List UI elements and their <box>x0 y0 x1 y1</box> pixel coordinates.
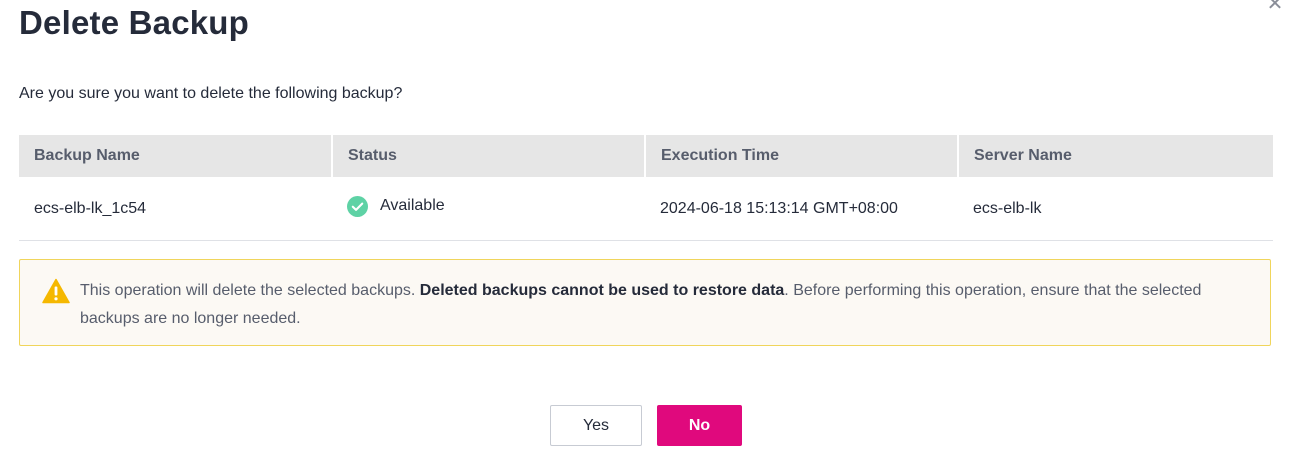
yes-button[interactable]: Yes <box>550 405 642 446</box>
backup-name-cell: ecs-elb-lk_1c54 <box>19 177 332 241</box>
table-header-row: Backup Name Status Execution Time Server… <box>19 135 1273 177</box>
execution-time-cell: 2024-06-18 15:13:14 GMT+08:00 <box>645 177 958 241</box>
close-icon[interactable]: ✕ <box>1263 0 1287 16</box>
dialog-title: Delete Backup <box>19 4 250 41</box>
warning-text: This operation will delete the selected … <box>80 277 1250 333</box>
column-header-backup-name: Backup Name <box>19 135 332 177</box>
backup-table: Backup Name Status Execution Time Server… <box>19 135 1273 241</box>
column-header-status: Status <box>331 135 645 177</box>
warning-icon <box>42 278 70 304</box>
column-header-server-name: Server Name <box>957 135 1273 177</box>
check-circle-icon <box>347 195 368 217</box>
status-text: Available <box>380 197 445 214</box>
table-row: ecs-elb-lk_1c54 Available 2024-06-18 15:… <box>19 177 1273 241</box>
confirm-question: Are you sure you want to delete the foll… <box>19 85 403 102</box>
no-button[interactable]: No <box>657 405 742 446</box>
warning-alert: This operation will delete the selected … <box>19 259 1271 346</box>
warning-text-bold: Deleted backups cannot be used to restor… <box>419 282 785 299</box>
warning-text-start: This operation will delete the selected … <box>80 282 420 299</box>
status-cell: Available <box>332 177 645 241</box>
column-header-execution-time: Execution Time <box>644 135 958 177</box>
server-name-cell: ecs-elb-lk <box>958 177 1273 241</box>
